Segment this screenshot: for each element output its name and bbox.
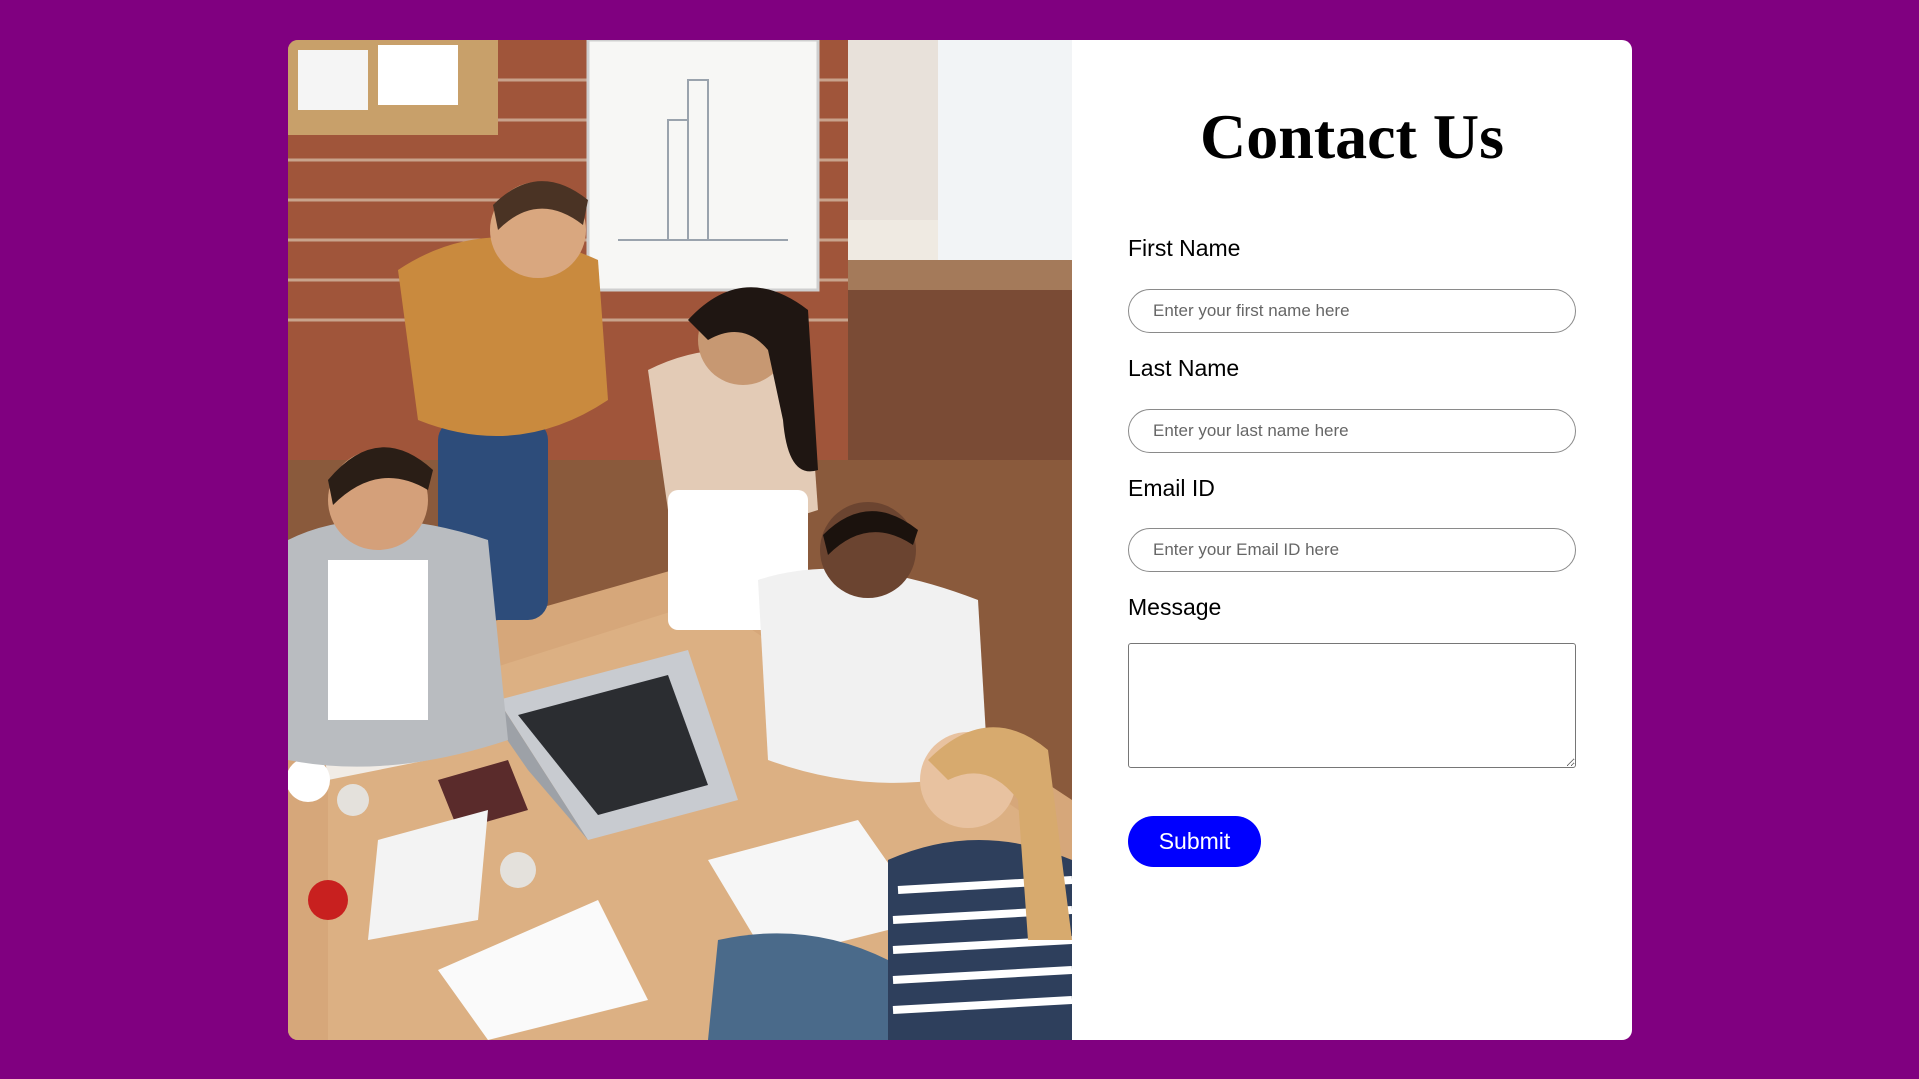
submit-button[interactable]: Submit <box>1128 816 1261 867</box>
last-name-label: Last Name <box>1128 355 1240 381</box>
team-meeting-photo <box>288 40 1072 1040</box>
email-label: Email ID <box>1128 475 1215 501</box>
contact-card: Contact Us First Name Last Name Email ID… <box>288 40 1632 1040</box>
first-name-label: First Name <box>1128 235 1241 261</box>
email-input[interactable] <box>1128 528 1576 572</box>
contact-form: Contact Us First Name Last Name Email ID… <box>1072 40 1632 1040</box>
last-name-input[interactable] <box>1128 409 1576 453</box>
page-title: Contact Us <box>1200 101 1504 172</box>
message-textarea[interactable] <box>1128 643 1576 768</box>
first-name-input[interactable] <box>1128 289 1576 333</box>
message-label: Message <box>1128 594 1222 620</box>
